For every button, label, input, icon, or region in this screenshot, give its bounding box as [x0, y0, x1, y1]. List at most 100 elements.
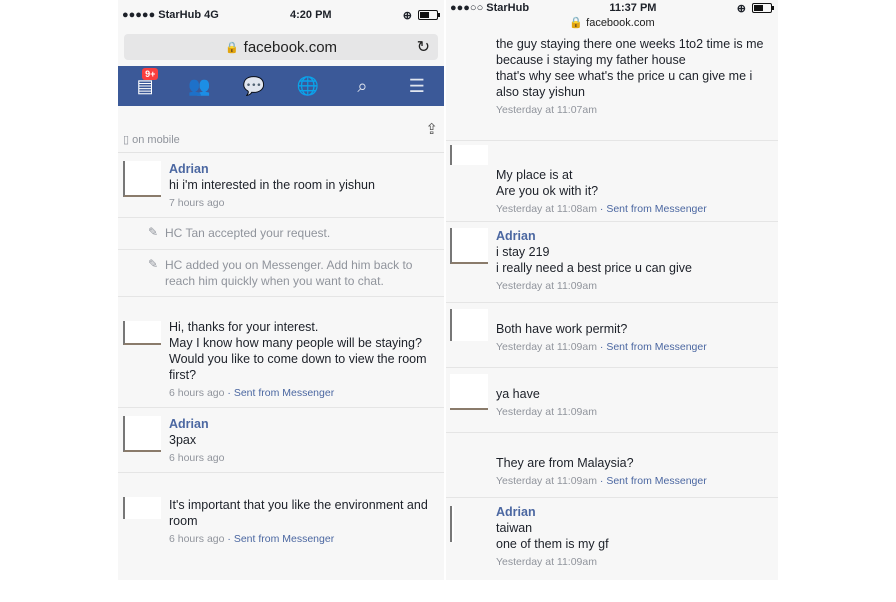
- sent-from-messenger: Sent from Messenger: [606, 203, 707, 215]
- address-bar[interactable]: 🔒 facebook.com ↻: [124, 34, 438, 60]
- sent-from-messenger: Sent from Messenger: [233, 387, 335, 399]
- notification-badge: 9+: [142, 67, 159, 80]
- status-icons: ⊕: [402, 9, 440, 22]
- message-body: ya have Yesterday at 11:09am: [496, 386, 774, 420]
- sender-name[interactable]: Adrian: [169, 416, 440, 432]
- message-meta: 6 hours ago · Sent from Messenger: [169, 531, 440, 547]
- message-time: Yesterday at 11:08am: [496, 203, 597, 215]
- message-meta: 6 hours ago · Sent from Messenger: [169, 385, 440, 401]
- message-meta: 6 hours ago: [169, 450, 440, 466]
- sender-name[interactable]: Adrian: [496, 504, 774, 520]
- nav-notifications-icon[interactable]: 🌐: [293, 76, 323, 97]
- avatar: [450, 228, 488, 264]
- nav-messages-icon[interactable]: 💬: [239, 76, 269, 97]
- lock-icon: 🔒: [224, 41, 239, 54]
- nav-friends-icon[interactable]: 👥: [184, 76, 214, 97]
- message-body: Adrian i stay 219 i really need a best p…: [496, 228, 774, 294]
- message-time: Yesterday at 11:09am: [496, 406, 597, 418]
- message-text: It's important that you like the environ…: [169, 498, 428, 528]
- meta-separator: ·: [227, 533, 231, 545]
- reload-icon[interactable]: ↻: [417, 37, 430, 57]
- message-time: Yesterday at 11:07am: [496, 104, 597, 116]
- message-time: 6 hours ago: [169, 452, 225, 464]
- url-text: facebook.com: [243, 38, 338, 56]
- message-time: 7 hours ago: [169, 197, 225, 209]
- message-body: Hi, thanks for your interest. May I know…: [169, 319, 440, 401]
- sender-name[interactable]: Adrian: [169, 161, 440, 177]
- message-text: because i staying my father house: [496, 53, 686, 67]
- lock-icon: 🔒: [569, 17, 584, 29]
- address-bar[interactable]: 🔒 facebook.com: [446, 16, 778, 30]
- pencil-icon: ✎: [148, 225, 159, 239]
- message-time: Yesterday at 11:09am: [496, 556, 597, 568]
- message-item: Adrian taiwan one of them is my gf Yeste…: [446, 498, 778, 578]
- browser-toolbar: [118, 572, 444, 580]
- message-body: Adrian 3pax 6 hours ago: [169, 416, 440, 466]
- status-icons: ⊕: [736, 2, 774, 15]
- meta-separator: ·: [227, 387, 231, 399]
- message-time: Yesterday at 11:09am: [496, 280, 597, 292]
- on-mobile-text: on mobile: [132, 134, 180, 146]
- system-notice: ✎ HC Tan accepted your request.: [118, 218, 444, 250]
- message-time: Yesterday at 11:09am: [496, 475, 597, 487]
- message-item: My place is at Are you ok with it? Yeste…: [446, 141, 778, 222]
- avatar: [450, 309, 488, 341]
- message-meta: Yesterday at 11:08am · Sent from Messeng…: [496, 201, 774, 217]
- sent-from-messenger: Sent from Messenger: [233, 533, 335, 545]
- message-meta: Yesterday at 11:07am: [496, 102, 774, 118]
- sender-name[interactable]: Adrian: [496, 228, 774, 244]
- message-body: Adrian hi i'm interested in the room in …: [169, 161, 440, 211]
- message-time: Yesterday at 11:09am: [496, 341, 597, 353]
- nav-menu-icon[interactable]: ☰: [402, 76, 432, 97]
- message-text: Are you ok with it?: [496, 184, 599, 198]
- pencil-icon: ✎: [148, 257, 159, 271]
- message-text: My place is at: [496, 168, 573, 182]
- carrier-label: ●●●○○ StarHub: [450, 2, 530, 14]
- share-icon[interactable]: ⇪: [425, 120, 438, 138]
- status-bar: ●●●○○ StarHub 11:37 PM ⊕: [446, 0, 778, 16]
- nav-search-icon[interactable]: ⌕: [347, 76, 377, 97]
- message-item: Both have work permit? Yesterday at 11:0…: [446, 303, 778, 368]
- message-text: They are from Malaysia?: [496, 456, 634, 470]
- message-item: ya have Yesterday at 11:09am: [446, 368, 778, 433]
- message-text: i stay 219: [496, 245, 550, 259]
- message-time: 6 hours ago: [169, 533, 225, 545]
- message-body: My place is at Are you ok with it? Yeste…: [496, 167, 774, 217]
- avatar: [450, 374, 488, 410]
- message-item: Hi, thanks for your interest. May I know…: [118, 297, 444, 408]
- message-text: hi i'm interested in the room in yishun: [169, 178, 375, 192]
- message-text: the guy staying there one weeks 1to2 tim…: [496, 37, 764, 51]
- battery-icon: [418, 10, 440, 20]
- clock: 11:37 PM: [609, 2, 657, 14]
- meta-separator: ·: [599, 341, 604, 353]
- nav-feed-icon[interactable]: ▤ 9+: [130, 67, 160, 97]
- message-meta: 7 hours ago: [169, 195, 440, 211]
- on-mobile-label: ▯ on mobile: [123, 134, 180, 146]
- avatar: [123, 321, 161, 345]
- battery-icon: [752, 3, 774, 13]
- status-bar: ●●●●● StarHub 4G 4:20 PM ⊕: [118, 0, 444, 30]
- message-item: Adrian hi i'm interested in the room in …: [118, 153, 444, 218]
- orientation-lock-icon: ⊕: [736, 2, 746, 15]
- message-text: Hi, thanks for your interest.: [169, 320, 319, 334]
- message-item: It's important that you like the environ…: [118, 473, 444, 559]
- message-body: Both have work permit? Yesterday at 11:0…: [496, 321, 774, 355]
- message-text: 3pax: [169, 433, 197, 447]
- avatar: [450, 145, 488, 165]
- left-screenshot: ●●●●● StarHub 4G 4:20 PM ⊕ 🔒 facebook.co…: [118, 0, 444, 580]
- message-text: i really need a best price u can give: [496, 261, 692, 275]
- message-item: They are from Malaysia? Yesterday at 11:…: [446, 433, 778, 498]
- carrier-label: ●●●●● StarHub 4G: [122, 9, 219, 21]
- orientation-lock-icon: ⊕: [402, 9, 412, 22]
- message-text: one of them is my gf: [496, 537, 609, 551]
- message-body: It's important that you like the environ…: [169, 497, 440, 547]
- chat-header: ▯ on mobile ⇪: [118, 106, 444, 153]
- message-meta: Yesterday at 11:09am: [496, 404, 774, 420]
- system-notice-text: HC added you on Messenger. Add him back …: [165, 258, 413, 288]
- message-body: They are from Malaysia? Yesterday at 11:…: [496, 455, 774, 489]
- message-meta: Yesterday at 11:09am · Sent from Messeng…: [496, 339, 774, 355]
- avatar: [123, 161, 161, 197]
- message-body: the guy staying there one weeks 1to2 tim…: [496, 36, 774, 118]
- message-item: Adrian 3pax 6 hours ago: [118, 408, 444, 473]
- avatar: [123, 497, 161, 519]
